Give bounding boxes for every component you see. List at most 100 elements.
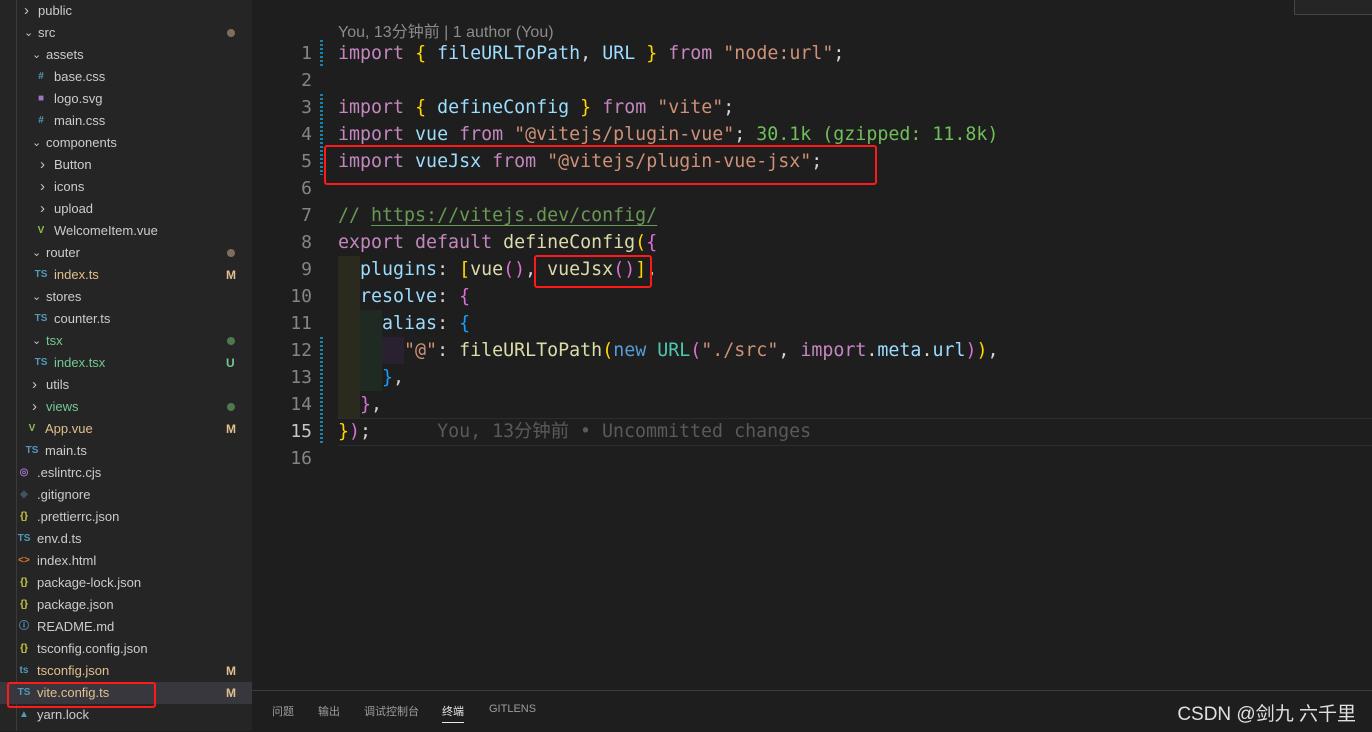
file-index-ts[interactable]: TS index.ts M xyxy=(0,264,252,286)
folder-stores[interactable]: ⌄ stores xyxy=(0,286,252,308)
import-cost-hint: 30.1k (gzipped: 11.8k) xyxy=(745,124,999,145)
line-number: 6 xyxy=(301,178,312,199)
line-number: 3 xyxy=(301,97,312,118)
code-line[interactable]: import { defineConfig } from "vite"; xyxy=(338,94,734,121)
line-number: 10 xyxy=(290,286,312,307)
code-line[interactable]: }); You, 13分钟前 • Uncommitted changes xyxy=(338,418,811,445)
file-tsconfig-json[interactable]: ts tsconfig.json M xyxy=(0,660,252,682)
highlight-box-vite-config xyxy=(7,682,156,708)
code-token: ; xyxy=(833,43,845,64)
folder-public[interactable]: › public xyxy=(0,0,252,22)
code-token: . xyxy=(921,340,933,361)
code-editor[interactable]: You, 13分钟前 | 1 author (You) 1 import { fi… xyxy=(252,0,1372,690)
code-token: } xyxy=(646,43,658,64)
code-line[interactable]: }, xyxy=(338,391,382,418)
code-token: ( xyxy=(635,232,647,253)
code-token: } xyxy=(338,421,350,442)
panel-tab-terminal[interactable]: 终端 xyxy=(442,703,464,723)
file-package-lock-json[interactable]: {} package-lock.json xyxy=(0,572,252,594)
item-label: package-lock.json xyxy=(37,575,142,590)
code-token: ) xyxy=(965,340,977,361)
code-token: ; xyxy=(734,124,746,145)
file-env-d-ts[interactable]: TS env.d.ts xyxy=(0,528,252,550)
code-token: : xyxy=(437,340,460,361)
code-line[interactable]: import vue from "@vitejs/plugin-vue"; 30… xyxy=(338,121,998,148)
code-token: , xyxy=(371,394,383,415)
code-line[interactable]: export default defineConfig({ xyxy=(338,229,657,256)
item-label: counter.ts xyxy=(54,311,111,326)
git-status-badge: M xyxy=(226,664,236,678)
folder-button[interactable]: › Button xyxy=(0,154,252,176)
folder-upload[interactable]: › upload xyxy=(0,198,252,220)
code-line[interactable]: alias: { xyxy=(338,310,470,337)
watermark: CSDN @剑九 六千里 xyxy=(1177,704,1356,725)
item-label: Button xyxy=(54,157,92,172)
item-label: README.md xyxy=(37,619,115,634)
file-type-icon: <> xyxy=(18,555,30,566)
file-index-tsx[interactable]: TS index.tsx U xyxy=(0,352,252,374)
folder-tsx[interactable]: ⌄ tsx xyxy=(0,330,252,352)
file-welcomeitem-vue[interactable]: V WelcomeItem.vue xyxy=(0,220,252,242)
panel-tab-problems[interactable]: 问题 xyxy=(272,703,294,719)
folder-src[interactable]: ⌄ src xyxy=(0,22,252,44)
code-token: , xyxy=(393,367,405,388)
comment-link[interactable]: https://vitejs.dev/config/ xyxy=(371,205,657,226)
item-label: env.d.ts xyxy=(37,531,82,546)
code-token: } xyxy=(580,97,592,118)
chevron-right-icon: › xyxy=(24,2,29,19)
code-token: : xyxy=(437,259,460,280)
file-gitignore[interactable]: ◆ .gitignore xyxy=(0,484,252,506)
file-counter-ts[interactable]: TS counter.ts xyxy=(0,308,252,330)
file-index-html[interactable]: <> index.html xyxy=(0,550,252,572)
panel-tab-gitlens[interactable]: GITLENS xyxy=(489,703,536,715)
code-token: defineConfig xyxy=(503,232,636,253)
code-line[interactable]: resolve: { xyxy=(338,283,470,310)
folder-assets[interactable]: ⌄ assets xyxy=(0,44,252,66)
editor-toolbar-widget[interactable] xyxy=(1294,0,1372,15)
file-type-icon: ■ xyxy=(37,93,45,104)
code-token: import xyxy=(338,43,405,64)
code-token: ( xyxy=(602,340,614,361)
git-status-dot xyxy=(227,403,235,411)
panel-tab-debug-console[interactable]: 调试控制台 xyxy=(364,703,419,719)
folder-router[interactable]: ⌄ router xyxy=(0,242,252,264)
folder-views[interactable]: › views xyxy=(0,396,252,418)
file-package-json[interactable]: {} package.json xyxy=(0,594,252,616)
code-token: fileURLToPath xyxy=(459,340,603,361)
file-type-icon: TS xyxy=(25,445,39,456)
file-eslintrc-cjs[interactable]: ◎ .eslintrc.cjs xyxy=(0,462,252,484)
code-token: "node:url" xyxy=(723,43,834,64)
file-main-ts[interactable]: TS main.ts xyxy=(0,440,252,462)
code-line[interactable]: }, xyxy=(338,364,404,391)
line-number: 11 xyxy=(290,313,312,334)
file-tsconfig-config-json[interactable]: {} tsconfig.config.json xyxy=(0,638,252,660)
panel-tab-output[interactable]: 输出 xyxy=(318,703,340,719)
code-line[interactable]: // https://vitejs.dev/config/ xyxy=(338,202,657,229)
file-type-icon: ◆ xyxy=(20,489,28,500)
file-app-vue[interactable]: V App.vue M xyxy=(0,418,252,440)
git-change-marker[interactable] xyxy=(320,337,323,445)
file-main-css[interactable]: # main.css xyxy=(0,110,252,132)
file-prettierrc-json[interactable]: {} .prettierrc.json xyxy=(0,506,252,528)
code-token: "@vitejs/plugin-vue" xyxy=(514,124,735,145)
folder-components[interactable]: ⌄ components xyxy=(0,132,252,154)
git-status-dot xyxy=(227,249,235,257)
code-line[interactable]: "@": fileURLToPath(new URL("./src", impo… xyxy=(338,337,998,364)
git-change-marker[interactable] xyxy=(320,40,323,67)
line-number: 4 xyxy=(301,124,312,145)
item-label: tsconfig.json xyxy=(37,663,110,678)
git-change-marker[interactable] xyxy=(320,94,323,175)
folder-utils[interactable]: › utils xyxy=(0,374,252,396)
file-base-css[interactable]: # base.css xyxy=(0,66,252,88)
file-type-icon: TS xyxy=(34,269,48,280)
file-logo-svg[interactable]: ■ logo.svg xyxy=(0,88,252,110)
codelens-authors[interactable]: You, 13分钟前 | 1 author (You) xyxy=(338,18,554,42)
code-token: alias xyxy=(338,313,438,334)
item-label: .eslintrc.cjs xyxy=(37,465,102,480)
file-readme-md[interactable]: ⓘ README.md xyxy=(0,616,252,638)
code-line[interactable]: import { fileURLToPath, URL } from "node… xyxy=(338,40,844,67)
folder-icons[interactable]: › icons xyxy=(0,176,252,198)
